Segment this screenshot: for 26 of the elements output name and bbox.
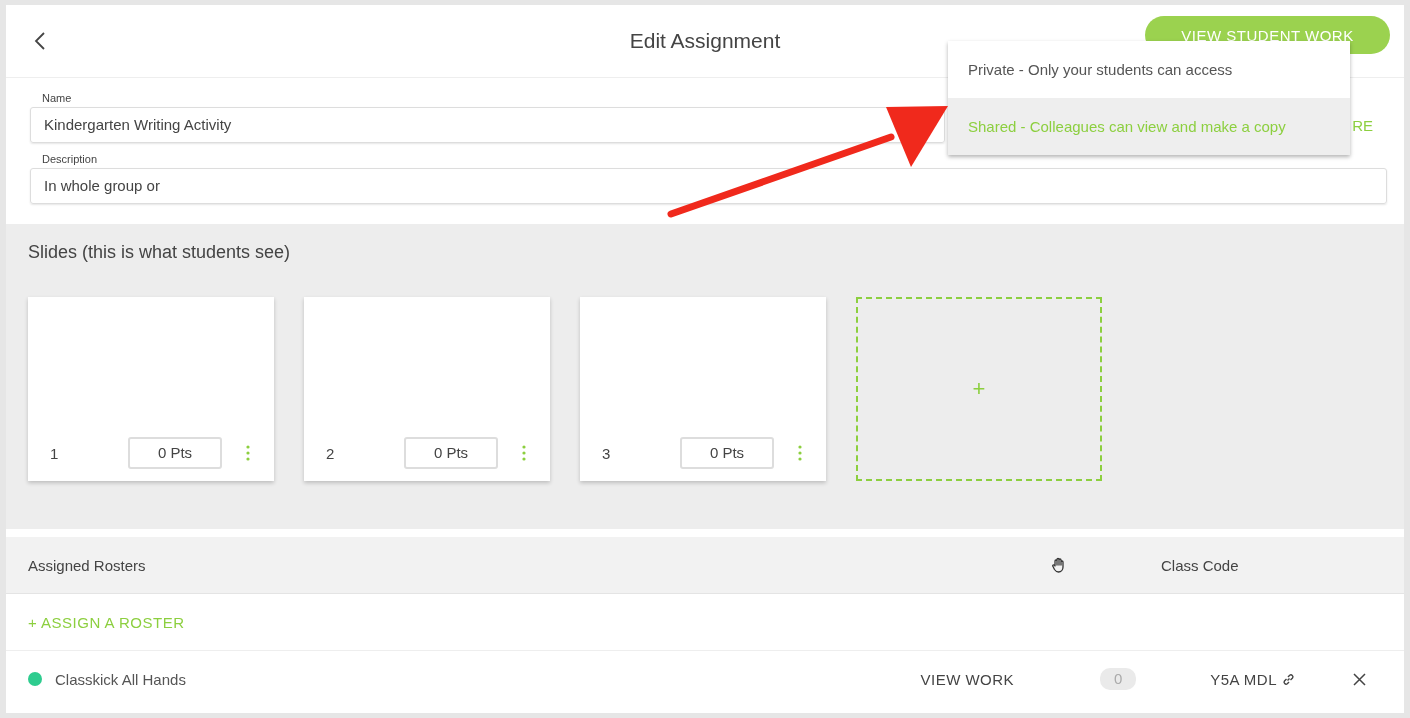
back-icon[interactable]: [34, 32, 46, 50]
hand-icon: [1052, 557, 1066, 573]
count-badge: 0: [1100, 668, 1137, 690]
slide-card[interactable]: 2 0 Pts: [304, 297, 550, 481]
column-header: Assigned Rosters: [28, 556, 146, 574]
class-code: Y5A MDL: [1210, 670, 1277, 688]
field-label: Name: [42, 92, 73, 104]
text-field[interactable]: In whole group or: [30, 168, 1387, 204]
slide-number: 3: [602, 444, 612, 462]
view-work-link[interactable]: VIEW WORK: [920, 670, 1015, 688]
close-icon[interactable]: [1353, 672, 1366, 686]
field-label: Description: [42, 153, 99, 165]
roster-name: Classkick All Hands: [55, 670, 186, 688]
slide-card[interactable]: 3 0 Pts: [580, 297, 826, 481]
link-icon[interactable]: [1282, 672, 1295, 686]
menu-item[interactable]: Private - Only your students can access: [948, 41, 1350, 98]
points-field[interactable]: 0 Pts: [128, 437, 222, 469]
column-header: Class Code: [1161, 556, 1240, 574]
text-field[interactable]: Kindergarten Writing Activity: [30, 107, 945, 143]
points-field[interactable]: 0 Pts: [404, 437, 498, 469]
slide-card[interactable]: 1 0 Pts: [28, 297, 274, 481]
page-title: Edit Assignment: [628, 29, 782, 53]
slide-number: 2: [326, 444, 336, 462]
points-field[interactable]: 0 Pts: [680, 437, 774, 469]
section-title: Slides (this is what students see): [28, 242, 292, 263]
slide-number: 1: [50, 444, 60, 462]
